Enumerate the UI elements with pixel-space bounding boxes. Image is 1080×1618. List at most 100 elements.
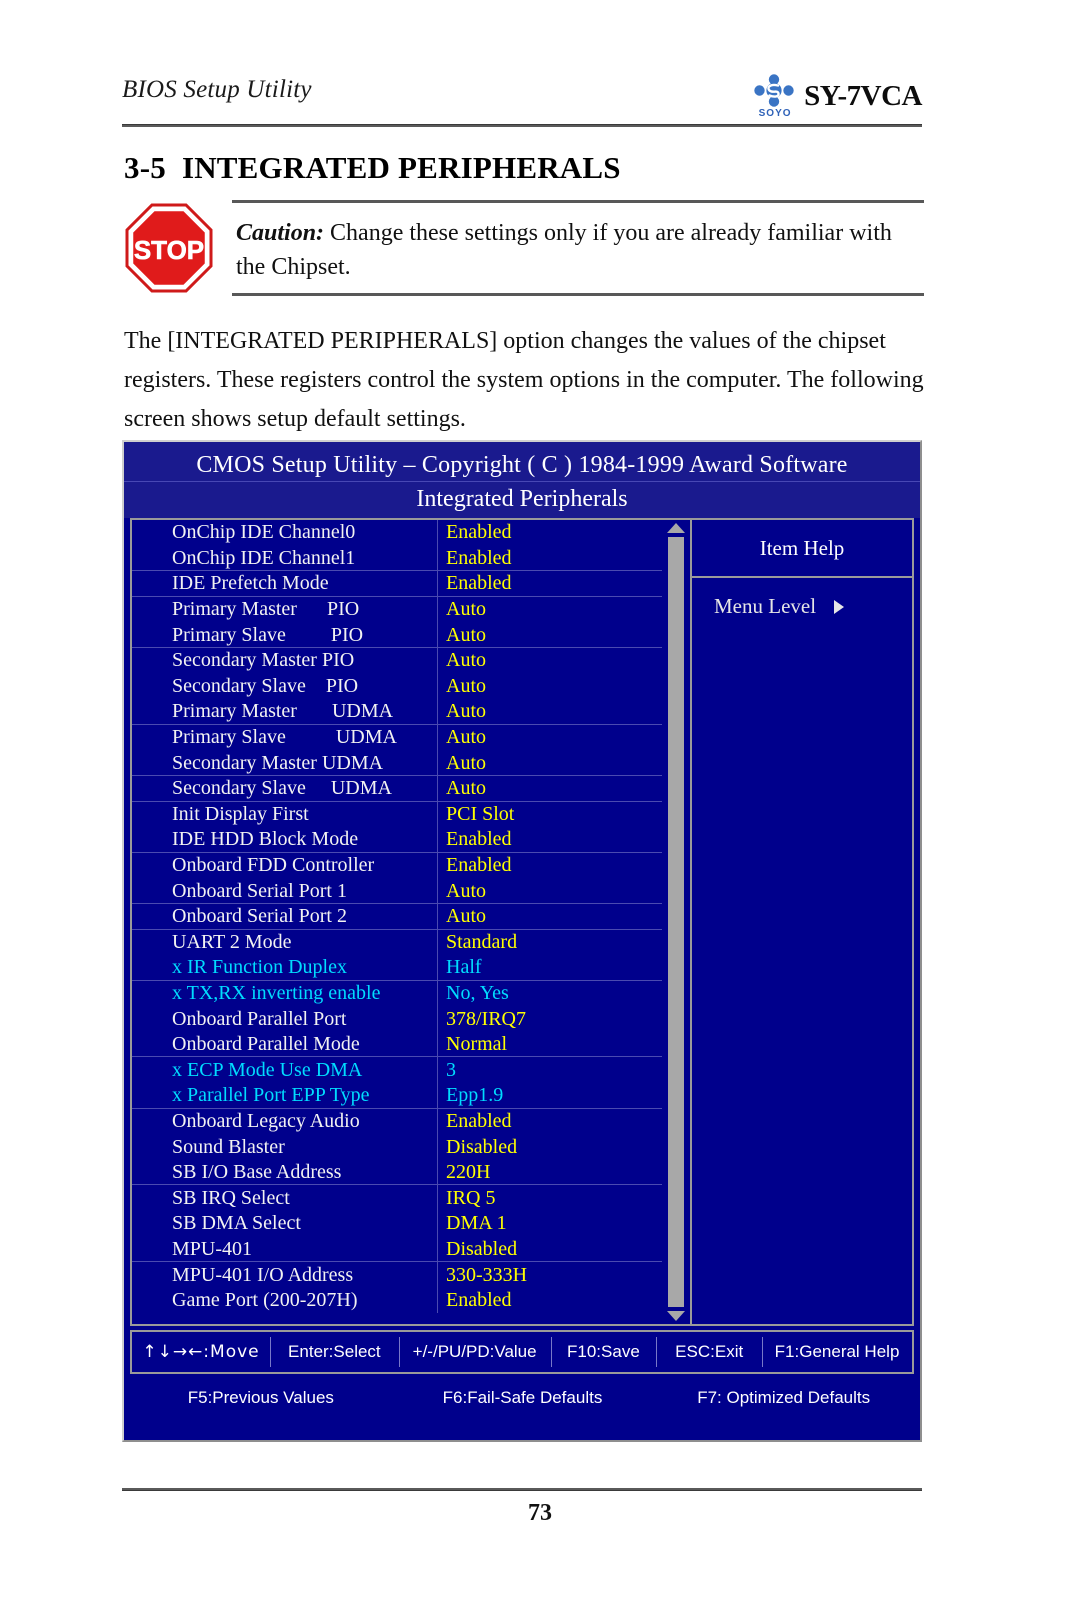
setting-value[interactable]: Enabled — [446, 1289, 512, 1312]
setting-value[interactable]: Half — [446, 956, 482, 979]
scroll-up-arrow-icon[interactable] — [667, 523, 685, 533]
setting-value[interactable]: Normal — [446, 1033, 507, 1056]
settings-row[interactable]: Secondary Slave UDMA Auto — [132, 775, 662, 802]
row-column-divider — [437, 699, 438, 725]
row-column-divider — [437, 571, 438, 597]
setting-label: SB I/O Base Address — [172, 1161, 342, 1184]
setting-value[interactable]: Auto — [446, 700, 486, 723]
settings-list-pane[interactable]: OnChip IDE Channel0 Enabled OnChip IDE Cha… — [130, 518, 662, 1326]
setting-label: IDE HDD Block Mode — [172, 828, 359, 851]
setting-label: Secondary Slave UDMA — [172, 777, 392, 800]
scroll-down-arrow-icon[interactable] — [667, 1311, 685, 1321]
setting-value[interactable]: IRQ 5 — [446, 1187, 495, 1210]
stop-sign-icon: STOP — [125, 203, 213, 293]
setting-value[interactable]: Enabled — [446, 1110, 512, 1133]
setting-label: SB IRQ Select — [172, 1186, 290, 1209]
setting-value[interactable]: Auto — [446, 905, 486, 928]
setting-label: x Parallel Port EPP Type — [172, 1084, 370, 1107]
settings-row[interactable]: Primary Slave PIO Auto — [132, 622, 662, 648]
row-column-divider — [437, 647, 438, 674]
settings-row[interactable]: IDE Prefetch Mode Enabled — [132, 571, 662, 597]
setting-value[interactable]: 330-333H — [446, 1264, 527, 1287]
settings-row[interactable]: Onboard Serial Port 2 Auto — [132, 903, 662, 930]
setting-label: Secondary Master PIO — [172, 649, 355, 672]
settings-scrollbar[interactable] — [662, 518, 690, 1326]
row-column-divider — [437, 1185, 438, 1212]
settings-row[interactable]: Primary Master PIO Auto — [132, 596, 662, 623]
setting-value[interactable]: Auto — [446, 624, 486, 647]
setting-label: x IR Function Duplex — [172, 956, 347, 979]
bios-main-area: OnChip IDE Channel0 Enabled OnChip IDE Cha… — [130, 518, 914, 1326]
setting-value[interactable]: 3 — [446, 1059, 456, 1082]
row-column-divider — [437, 1211, 438, 1237]
settings-row[interactable]: Primary Master UDMA Auto — [132, 699, 662, 725]
setting-label: OnChip IDE Channel1 — [172, 546, 356, 569]
settings-row[interactable]: Onboard Serial Port 1 Auto — [132, 878, 662, 904]
setting-label: Onboard FDD Controller — [172, 854, 375, 877]
row-column-divider — [437, 1031, 438, 1058]
setting-value[interactable]: 220H — [446, 1161, 490, 1184]
settings-row[interactable]: MPU-401 I/O Address 330-333H — [132, 1262, 662, 1288]
settings-row[interactable]: SB IRQ Select IRQ 5 — [132, 1185, 662, 1212]
scrollbar-thumb[interactable] — [668, 537, 684, 1307]
setting-value[interactable]: Auto — [446, 675, 486, 698]
setting-value[interactable]: Auto — [446, 777, 486, 800]
settings-row[interactable]: SB I/O Base Address 220H — [132, 1159, 662, 1186]
setting-value[interactable]: Auto — [446, 726, 486, 749]
settings-row[interactable]: IDE HDD Block Mode Enabled — [132, 827, 662, 853]
menu-level-label: Menu Level — [714, 594, 817, 618]
settings-row[interactable]: x IR Function Duplex Half — [132, 955, 662, 981]
bios-title-divider — [124, 481, 920, 482]
settings-row[interactable]: Init Display First PCI Slot — [132, 801, 662, 828]
caution-text-box: Caution: Change these settings only if y… — [232, 200, 924, 296]
setting-label: Primary Slave PIO — [172, 623, 364, 646]
setting-label: MPU-401 I/O Address — [172, 1263, 354, 1286]
settings-row[interactable]: Onboard Parallel Mode Normal — [132, 1031, 662, 1058]
setting-value[interactable]: Auto — [446, 752, 486, 775]
settings-row[interactable]: Secondary Slave PIO Auto — [132, 673, 662, 700]
setting-value[interactable]: Enabled — [446, 854, 512, 877]
settings-row[interactable]: Secondary Master UDMA Auto — [132, 750, 662, 776]
caution-lead: Caution: — [236, 219, 325, 246]
settings-row[interactable]: UART 2 Mode Standard — [132, 929, 662, 956]
settings-row[interactable]: x TX,RX inverting enable No, Yes — [132, 980, 662, 1007]
setting-value[interactable]: Enabled — [446, 572, 512, 595]
setting-value[interactable]: Enabled — [446, 521, 512, 544]
settings-row[interactable]: Onboard Parallel Port 378/IRQ7 — [132, 1006, 662, 1032]
setting-label: IDE Prefetch Mode — [172, 572, 329, 595]
stop-sign-label: STOP — [134, 235, 204, 265]
setting-value[interactable]: Enabled — [446, 547, 512, 570]
setting-value[interactable]: Epp1.9 — [446, 1084, 503, 1107]
setting-value[interactable]: 378/IRQ7 — [446, 1008, 526, 1031]
settings-row[interactable]: x Parallel Port EPP Type Epp1.9 — [132, 1083, 662, 1109]
setting-label: SB DMA Select — [172, 1212, 301, 1235]
settings-row[interactable]: Game Port (200-207H) Enabled — [132, 1287, 662, 1314]
item-help-title: Item Help — [692, 520, 912, 578]
setting-label: Primary Master UDMA — [172, 700, 394, 723]
setting-value[interactable]: Enabled — [446, 828, 512, 851]
settings-row[interactable]: Onboard FDD Controller Enabled — [132, 852, 662, 879]
setting-value[interactable]: Auto — [446, 598, 486, 621]
keyhint-3: F10:Save — [550, 1332, 657, 1372]
settings-row[interactable]: Sound Blaster Disabled — [132, 1134, 662, 1160]
chevron-right-icon — [834, 599, 845, 614]
settings-row[interactable]: OnChip IDE Channel0 Enabled — [132, 520, 662, 546]
default-keyhint-0: F5:Previous Values — [187, 1388, 334, 1407]
settings-row[interactable]: OnChip IDE Channel1 Enabled — [132, 545, 662, 572]
setting-value[interactable]: Auto — [446, 649, 486, 672]
setting-value[interactable]: Auto — [446, 880, 486, 903]
setting-value[interactable]: Standard — [446, 931, 517, 954]
settings-row[interactable]: Onboard Legacy Audio Enabled — [132, 1108, 662, 1135]
setting-value[interactable]: Disabled — [446, 1238, 517, 1261]
settings-row[interactable]: x ECP Mode Use DMA 3 — [132, 1057, 662, 1084]
setting-value[interactable]: Disabled — [446, 1136, 517, 1159]
settings-row[interactable]: SB DMA Select DMA 1 — [132, 1211, 662, 1237]
settings-row[interactable]: MPU-401 Disabled — [132, 1236, 662, 1263]
settings-row[interactable]: Secondary Master PIO Auto — [132, 647, 662, 674]
setting-value[interactable]: No, Yes — [446, 982, 509, 1005]
keyhint-2: +/-/PU/PD:Value — [398, 1332, 551, 1372]
setting-label: Init Display First — [172, 802, 309, 825]
setting-value[interactable]: PCI Slot — [446, 803, 514, 826]
setting-value[interactable]: DMA 1 — [446, 1212, 507, 1235]
settings-row[interactable]: Primary Slave UDMA Auto — [132, 724, 662, 751]
